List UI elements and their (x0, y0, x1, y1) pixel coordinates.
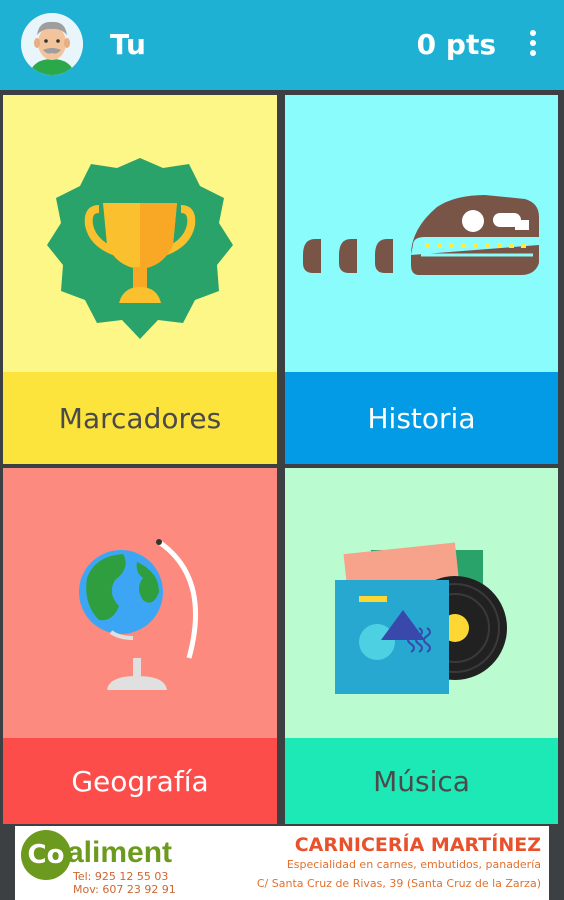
category-tile-historia[interactable]: Historia (285, 95, 558, 464)
category-tile-geografia[interactable]: Geografía (3, 468, 277, 824)
category-label: Marcadores (3, 372, 277, 464)
app-bar: Tu 0 pts (0, 0, 564, 90)
page-title: Tu (110, 28, 146, 61)
ad-banner[interactable]: Co aliment Tel: 925 12 55 03 Mov: 607 23… (15, 826, 549, 900)
category-label: Historia (285, 372, 558, 464)
ad-logo: Co (21, 830, 71, 880)
category-label: Geografía (3, 738, 277, 824)
category-grid: Marcadores Historia Geografía Música (0, 90, 564, 826)
ad-brand: aliment (67, 836, 173, 869)
ad-phones: Tel: 925 12 55 03 Mov: 607 23 92 91 (73, 870, 176, 896)
category-label: Música (285, 738, 558, 824)
ad-phone-1: Tel: 925 12 55 03 (73, 870, 169, 883)
vinyl-record-icon (335, 542, 507, 694)
dinosaur-skull-icon (303, 195, 539, 275)
ad-phone-2: Mov: 607 23 92 91 (73, 883, 176, 896)
ad-address: C/ Santa Cruz de Rivas, 39 (Santa Cruz d… (256, 877, 541, 890)
trophy-icon (47, 158, 233, 339)
globe-icon (79, 539, 198, 690)
ad-shop-name: CARNICERÍA MARTÍNEZ (294, 834, 541, 856)
category-tile-musica[interactable]: Música (285, 468, 558, 824)
grandpa-avatar[interactable] (21, 13, 83, 75)
category-tile-marcadores[interactable]: Marcadores (3, 95, 277, 464)
points-counter: 0 pts (416, 28, 496, 61)
avatar-icon (21, 13, 83, 75)
more-vert-icon[interactable] (526, 30, 540, 60)
ad-description: Especialidad en carnes, embutidos, panad… (286, 858, 541, 871)
